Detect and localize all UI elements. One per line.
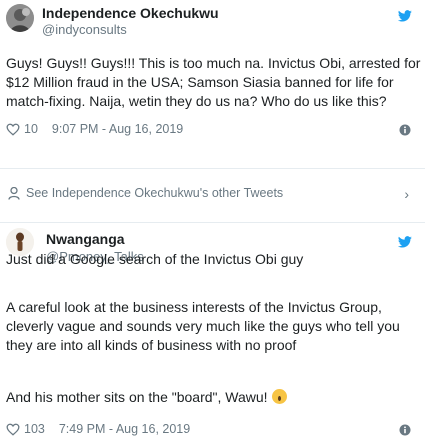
timestamp-link[interactable]: 9:07 PM - Aug 16, 2019 bbox=[52, 122, 183, 136]
tweet-card-1: Independence Okechukwu @indyconsults Guy… bbox=[0, 0, 425, 222]
divider bbox=[0, 168, 425, 169]
tweet-text: Guys! Guys!! Guys!!! This is too much na… bbox=[6, 55, 421, 109]
avatar[interactable] bbox=[6, 4, 34, 32]
heart-icon[interactable] bbox=[6, 123, 20, 136]
twitter-bird-icon[interactable] bbox=[398, 236, 412, 248]
tweet-text-paragraph-1: Just did a Google search of the Invictus… bbox=[6, 251, 304, 267]
tweet-text-paragraph-3: And his mother sits on the "board", Wawu… bbox=[6, 389, 287, 405]
info-icon[interactable] bbox=[399, 124, 411, 136]
author-name[interactable]: Independence Okechukwu bbox=[42, 5, 219, 21]
tweet-text-paragraph-3-text: And his mother sits on the "board", Wawu… bbox=[6, 389, 268, 405]
tweet-meta: 103 7:49 PM - Aug 16, 2019 bbox=[6, 422, 190, 436]
person-icon bbox=[8, 186, 20, 200]
like-count: 103 bbox=[24, 422, 45, 436]
chevron-right-icon[interactable]: › bbox=[404, 186, 409, 202]
author-handle[interactable]: @indyconsults bbox=[42, 22, 127, 37]
timestamp-link[interactable]: 7:49 PM - Aug 16, 2019 bbox=[59, 422, 190, 436]
shocked-emoji-icon bbox=[271, 389, 287, 404]
see-other-tweets-link[interactable]: See Independence Okechukwu's other Tweet… bbox=[8, 186, 283, 200]
tweet-meta: 10 9:07 PM - Aug 16, 2019 bbox=[6, 122, 183, 136]
author-name[interactable]: Nwanganga bbox=[46, 231, 125, 247]
tweet-card-2: Nwanganga @Pmoney_Talks Just did a Googl… bbox=[0, 222, 425, 448]
twitter-bird-icon[interactable] bbox=[398, 10, 412, 22]
like-count: 10 bbox=[24, 122, 38, 136]
heart-icon[interactable] bbox=[6, 423, 20, 436]
tweet-text-paragraph-2: A careful look at the business interests… bbox=[6, 299, 400, 353]
info-icon[interactable] bbox=[399, 424, 411, 436]
see-other-tweets-label: See Independence Okechukwu's other Tweet… bbox=[26, 186, 284, 200]
